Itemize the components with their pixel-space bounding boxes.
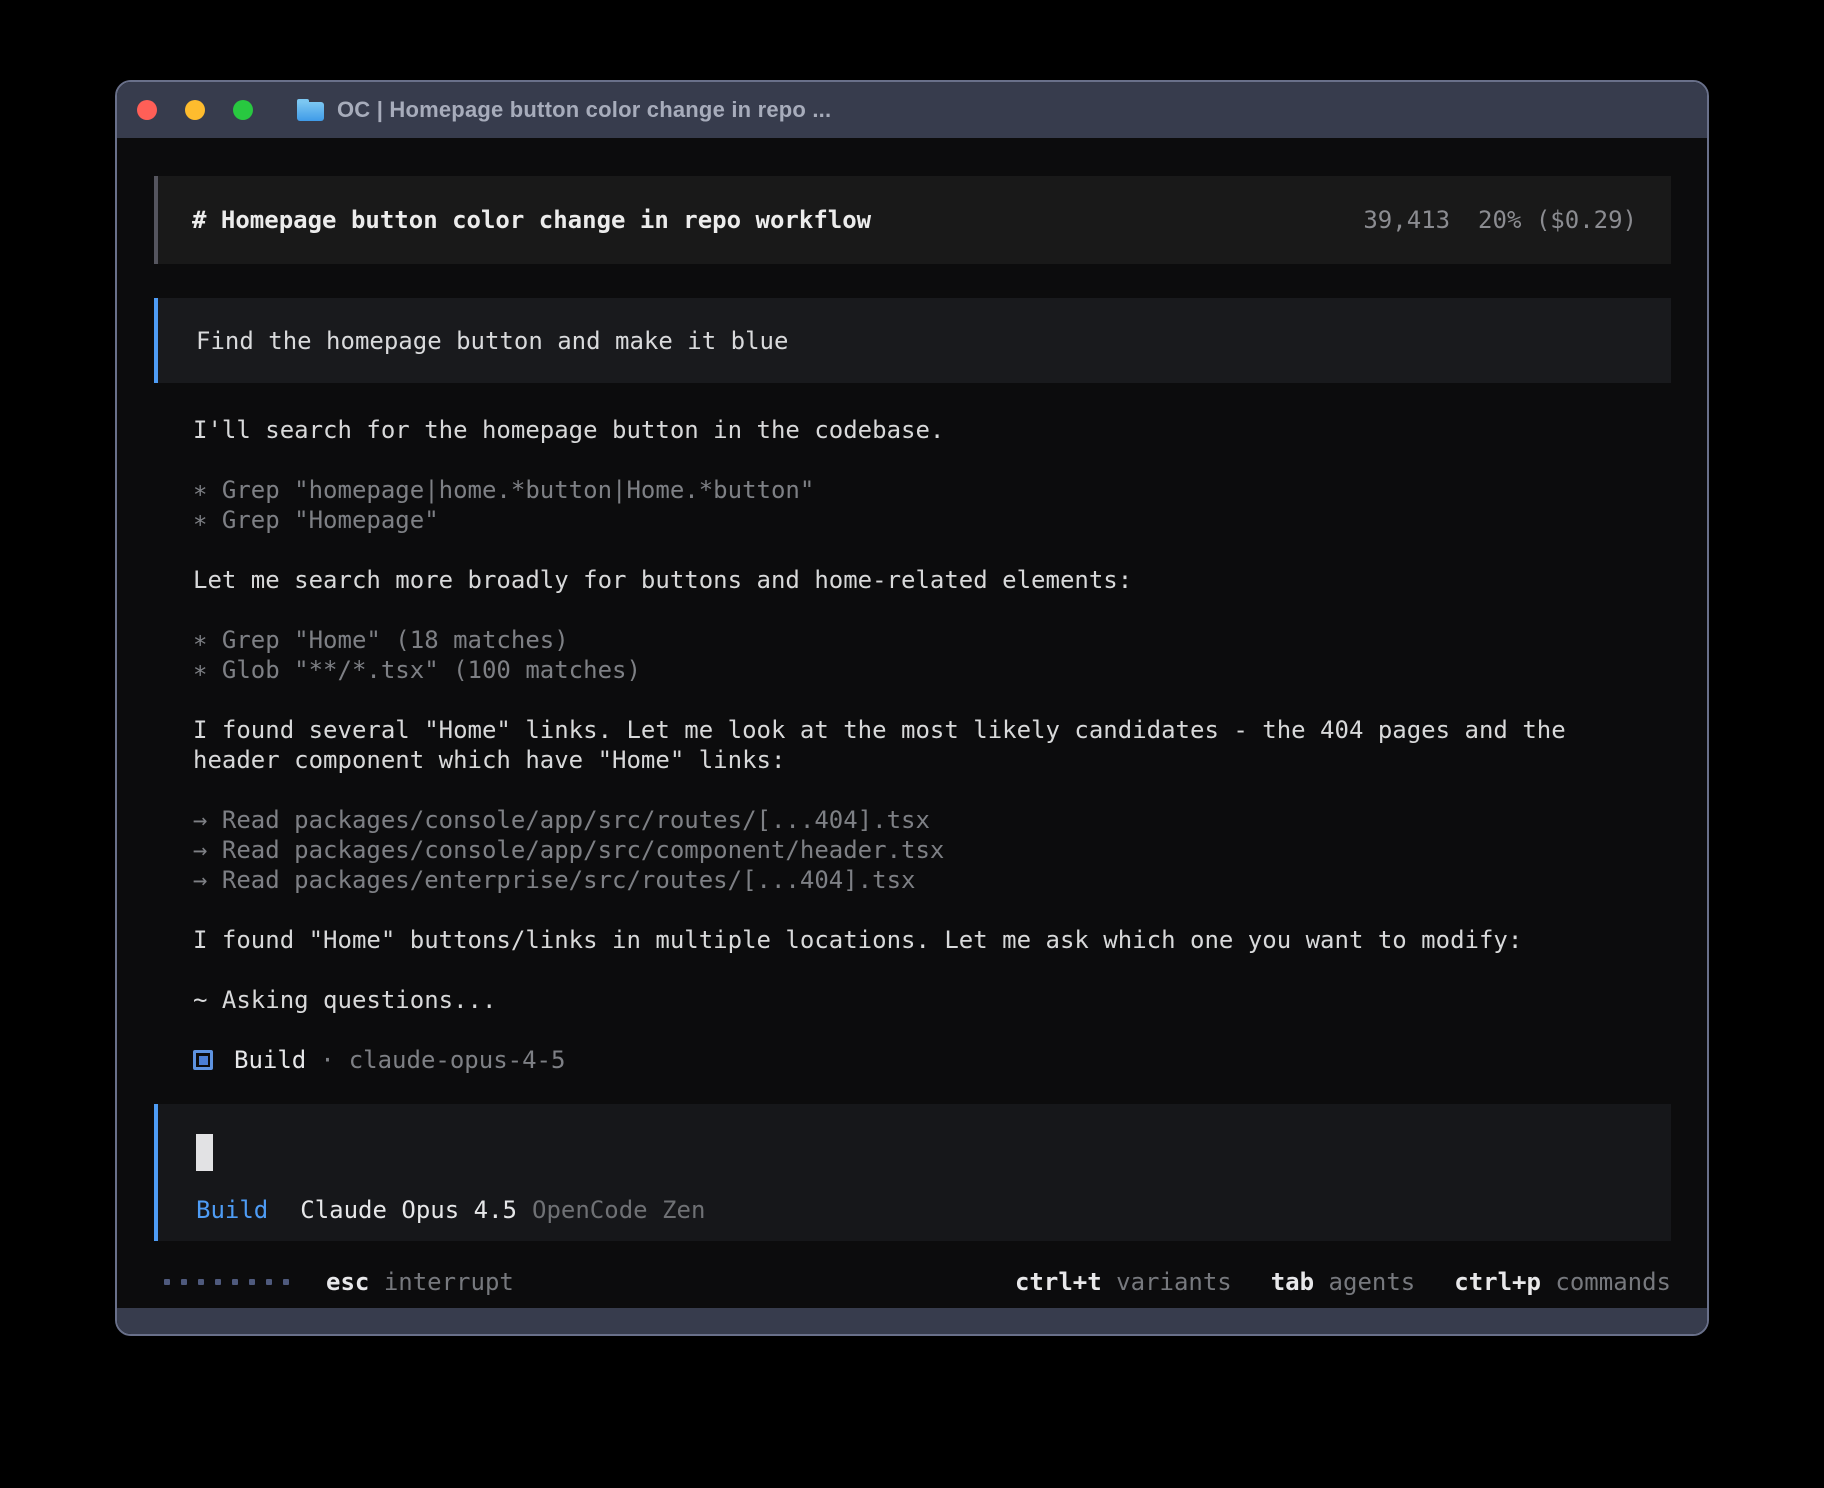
hint-variants: ctrl+t variants [1015, 1267, 1232, 1297]
mode-label[interactable]: Build [196, 1195, 268, 1225]
folder-icon [297, 99, 324, 121]
session-stats: 39,413 20% ($0.29) [1363, 205, 1637, 235]
hint-label: commands [1555, 1268, 1671, 1296]
terminal-window: OC | Homepage button color change in rep… [115, 80, 1709, 1336]
hint-label: variants [1116, 1268, 1232, 1296]
hint-key: ctrl+p [1454, 1268, 1541, 1296]
user-message: Find the homepage button and make it blu… [154, 298, 1671, 383]
tool-call-line: ∗ Grep "Homepage" [193, 505, 1643, 535]
title-group: OC | Homepage button color change in rep… [297, 97, 831, 123]
assistant-text: Let me search more broadly for buttons a… [193, 565, 1643, 595]
prompt-input[interactable]: Build Claude Opus 4.5 OpenCode Zen [154, 1104, 1671, 1241]
assistant-text: I'll search for the homepage button in t… [193, 415, 1643, 445]
provider-label: OpenCode Zen [532, 1195, 705, 1225]
agent-square-icon [193, 1050, 213, 1070]
agent-separator: · [320, 1045, 334, 1075]
tool-calls: → Read packages/console/app/src/routes/[… [193, 805, 1643, 895]
zoom-button[interactable] [233, 100, 253, 120]
tool-call-line: → Read packages/enterprise/src/routes/[.… [193, 865, 1643, 895]
close-button[interactable] [137, 100, 157, 120]
tool-call-line: → Read packages/console/app/src/componen… [193, 835, 1643, 865]
hint-key: esc [326, 1268, 369, 1296]
hint-key: tab [1271, 1268, 1314, 1296]
text-cursor [196, 1134, 213, 1171]
minimize-button[interactable] [185, 100, 205, 120]
window-bottom-bar [117, 1308, 1707, 1334]
user-message-text: Find the homepage button and make it blu… [196, 326, 788, 356]
tool-calls: ∗ Grep "Home" (18 matches) ∗ Glob "**/*.… [193, 625, 1643, 685]
agent-model: claude-opus-4-5 [349, 1045, 566, 1075]
titlebar[interactable]: OC | Homepage button color change in rep… [117, 82, 1707, 138]
tool-call-line: ∗ Grep "homepage|home.*button|Home.*butt… [193, 475, 1643, 505]
hint-interrupt: esc interrupt [326, 1267, 514, 1297]
tool-call-line: → Read packages/console/app/src/routes/[… [193, 805, 1643, 835]
hint-label: interrupt [384, 1268, 514, 1296]
hint-label: agents [1329, 1268, 1416, 1296]
assistant-status-text: ~ Asking questions... [193, 985, 1643, 1015]
assistant-text: I found "Home" buttons/links in multiple… [193, 925, 1643, 955]
traffic-lights [137, 100, 253, 120]
hint-commands: ctrl+p commands [1454, 1267, 1671, 1297]
help-left: esc interrupt [154, 1267, 514, 1297]
context-cost: 20% ($0.29) [1478, 205, 1637, 235]
input-status-row: Build Claude Opus 4.5 OpenCode Zen [196, 1195, 1633, 1225]
tool-call-line: ∗ Grep "Home" (18 matches) [193, 625, 1643, 655]
hint-key: ctrl+t [1015, 1268, 1102, 1296]
tool-calls: ∗ Grep "homepage|home.*button|Home.*butt… [193, 475, 1643, 535]
model-label[interactable]: Claude Opus 4.5 [300, 1195, 517, 1225]
help-right: ctrl+t variants tab agents ctrl+p comman… [1015, 1267, 1671, 1297]
tool-call-line: ∗ Glob "**/*.tsx" (100 matches) [193, 655, 1643, 685]
conversation[interactable]: I'll search for the homepage button in t… [154, 415, 1644, 1075]
agent-status-line: Build · claude-opus-4-5 [193, 1045, 1643, 1075]
window-title: OC | Homepage button color change in rep… [337, 97, 831, 123]
session-title: # Homepage button color change in repo w… [192, 205, 871, 235]
help-bar: esc interrupt ctrl+t variants tab agents… [154, 1267, 1671, 1297]
terminal-content[interactable]: # Homepage button color change in repo w… [117, 138, 1707, 1308]
token-count: 39,413 [1363, 205, 1450, 235]
spinner-dots [164, 1279, 289, 1285]
session-header: # Homepage button color change in repo w… [154, 176, 1671, 264]
hint-agents: tab agents [1271, 1267, 1416, 1297]
assistant-text: I found several "Home" links. Let me loo… [193, 715, 1643, 775]
agent-name: Build [234, 1045, 306, 1075]
